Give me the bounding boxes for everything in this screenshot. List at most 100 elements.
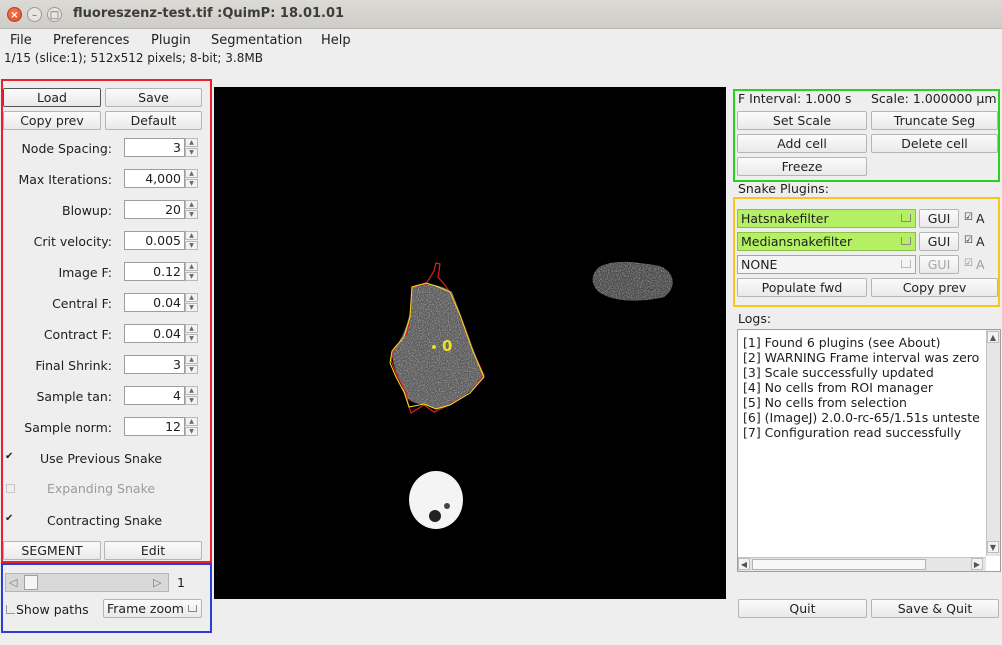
populate-fwd-button[interactable]: Populate fwd	[737, 278, 867, 297]
save-button[interactable]: Save	[105, 88, 202, 107]
plugin-1-active-label: A	[976, 211, 985, 226]
param-label: Sample tan:	[36, 389, 112, 404]
spinner-down-icon[interactable]: ▼	[185, 334, 198, 343]
plugin-1-gui-button[interactable]: GUI	[919, 209, 959, 228]
param-label: Blowup:	[62, 203, 112, 218]
spinner-down-icon[interactable]: ▼	[185, 148, 198, 157]
spinner-up-icon[interactable]: ▲	[185, 417, 198, 426]
param-value-input[interactable]: 12	[124, 417, 185, 436]
param-value-input[interactable]: 0.04	[124, 324, 185, 343]
close-icon[interactable]: ×	[7, 7, 22, 22]
menu-segmentation[interactable]: Segmentation	[211, 33, 302, 48]
scroll-thumb[interactable]	[752, 559, 926, 570]
param-spinner[interactable]: 4 ▲ ▼	[124, 386, 200, 405]
spinner-down-icon[interactable]: ▼	[185, 210, 198, 219]
menu-file[interactable]: File	[10, 33, 32, 48]
param-spinner[interactable]: 3 ▲ ▼	[124, 355, 200, 374]
spinner-up-icon[interactable]: ▲	[185, 355, 198, 364]
slider-left-arrow-icon[interactable]: ◁	[9, 576, 17, 589]
param-spinner[interactable]: 0.12 ▲ ▼	[124, 262, 200, 281]
truncate-seg-button[interactable]: Truncate Seg	[871, 111, 998, 130]
menu-plugin[interactable]: Plugin	[151, 33, 191, 48]
spinner-up-icon[interactable]: ▲	[185, 200, 198, 209]
plugin-3-active-checkbox[interactable]: ☑	[964, 259, 973, 269]
param-spinner[interactable]: 3 ▲ ▼	[124, 138, 200, 157]
load-button[interactable]: Load	[3, 88, 101, 107]
scroll-up-icon[interactable]: ▲	[987, 331, 999, 343]
spinner-up-icon[interactable]: ▲	[185, 324, 198, 333]
spinner-down-icon[interactable]: ▼	[185, 396, 198, 405]
scroll-right-icon[interactable]: ▶	[971, 558, 983, 570]
plugin-3-select[interactable]: NONE	[737, 255, 916, 274]
param-spinner[interactable]: 20 ▲ ▼	[124, 200, 200, 219]
plugin-2-select[interactable]: Mediansnakefilter	[737, 232, 916, 251]
plugin-1-select[interactable]: Hatsnakefilter	[737, 209, 916, 228]
param-value-input[interactable]: 0.04	[124, 293, 185, 312]
spinner-down-icon[interactable]: ▼	[185, 272, 198, 281]
edit-button[interactable]: Edit	[104, 541, 202, 560]
minimize-icon[interactable]: –	[27, 7, 42, 22]
slider-right-arrow-icon[interactable]: ▷	[153, 576, 161, 589]
log-text: [1] Found 6 plugins (see About) [2] WARN…	[743, 335, 979, 550]
spinner-up-icon[interactable]: ▲	[185, 231, 198, 240]
segment-button[interactable]: SEGMENT	[3, 541, 101, 560]
param-spinner[interactable]: 12 ▲ ▼	[124, 417, 200, 436]
param-spinner[interactable]: 0.04 ▲ ▼	[124, 324, 200, 343]
plugin-2-gui-button[interactable]: GUI	[919, 232, 959, 251]
scroll-down-icon[interactable]: ▼	[987, 541, 999, 553]
delete-cell-button[interactable]: Delete cell	[871, 134, 998, 153]
param-value-input[interactable]: 4,000	[124, 169, 185, 188]
plugin-1-active-checkbox[interactable]: ☑	[964, 213, 973, 223]
param-label: Image F:	[58, 265, 112, 280]
spinner-down-icon[interactable]: ▼	[185, 365, 198, 374]
scroll-left-icon[interactable]: ◀	[738, 558, 750, 570]
spinner-down-icon[interactable]: ▼	[185, 427, 198, 436]
spinner-up-icon[interactable]: ▲	[185, 293, 198, 302]
use-previous-checkbox[interactable]: ✔	[5, 452, 14, 462]
maximize-icon[interactable]: □	[47, 7, 62, 22]
copy-prev-plugin-button[interactable]: Copy prev	[871, 278, 998, 297]
param-label: Sample norm:	[24, 420, 112, 435]
spinner-down-icon[interactable]: ▼	[185, 179, 198, 188]
menu-preferences[interactable]: Preferences	[53, 33, 129, 48]
chevron-down-icon	[901, 260, 911, 268]
spinner-up-icon[interactable]: ▲	[185, 138, 198, 147]
expanding-checkbox[interactable]	[6, 484, 15, 493]
log-horizontal-scrollbar[interactable]: ◀ ▶	[738, 557, 986, 571]
param-spinner[interactable]: 0.04 ▲ ▼	[124, 293, 200, 312]
plugin-3-gui-button[interactable]: GUI	[919, 255, 959, 274]
param-value-input[interactable]: 3	[124, 355, 185, 374]
cell-1	[392, 284, 484, 409]
param-value-input[interactable]: 20	[124, 200, 185, 219]
frame-zoom-dropdown[interactable]: Frame zoom	[103, 599, 202, 618]
param-value-input[interactable]: 3	[124, 138, 185, 157]
param-spinner[interactable]: 4,000 ▲ ▼	[124, 169, 200, 188]
slider-thumb[interactable]	[24, 575, 38, 590]
image-canvas[interactable]: 0	[214, 87, 726, 599]
param-value-input[interactable]: 0.12	[124, 262, 185, 281]
param-value-input[interactable]: 4	[124, 386, 185, 405]
spinner-down-icon[interactable]: ▼	[185, 303, 198, 312]
image-status-line: 1/15 (slice:1); 512x512 pixels; 8-bit; 3…	[4, 51, 263, 65]
log-vertical-scrollbar[interactable]: ▲ ▼	[986, 330, 1000, 556]
frame-slider[interactable]: ◁ ▷	[5, 573, 169, 592]
spinner-up-icon[interactable]: ▲	[185, 386, 198, 395]
plugin-2-active-checkbox[interactable]: ☑	[964, 236, 973, 246]
copy-prev-button[interactable]: Copy prev	[3, 111, 101, 130]
spinner-up-icon[interactable]: ▲	[185, 169, 198, 178]
save-quit-button[interactable]: Save & Quit	[871, 599, 999, 618]
menu-help[interactable]: Help	[321, 33, 351, 48]
spinner-up-icon[interactable]: ▲	[185, 262, 198, 271]
show-paths-checkbox[interactable]	[6, 605, 15, 614]
contracting-checkbox[interactable]: ✔	[5, 514, 14, 524]
add-cell-button[interactable]: Add cell	[737, 134, 867, 153]
spinner-down-icon[interactable]: ▼	[185, 241, 198, 250]
param-value-input[interactable]: 0.005	[124, 231, 185, 250]
param-spinner[interactable]: 0.005 ▲ ▼	[124, 231, 200, 250]
title-bar: × – □ fluoreszenz-test.tif :QuimP: 18.01…	[0, 0, 1002, 29]
freeze-button[interactable]: Freeze	[737, 157, 867, 176]
set-scale-button[interactable]: Set Scale	[737, 111, 867, 130]
quit-button[interactable]: Quit	[738, 599, 867, 618]
window-title: fluoreszenz-test.tif :QuimP: 18.01.01	[73, 6, 345, 21]
default-button[interactable]: Default	[105, 111, 202, 130]
